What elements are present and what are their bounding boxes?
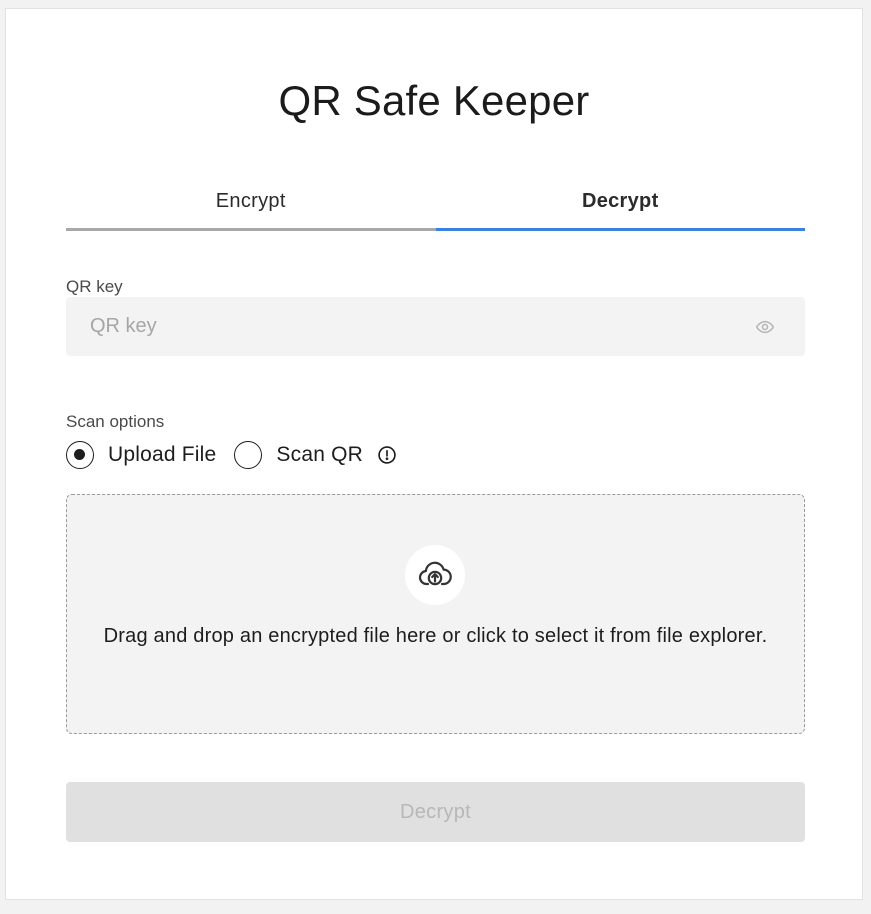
dropzone-instructions: Drag and drop an encrypted file here or … <box>103 625 768 647</box>
page-title: QR Safe Keeper <box>278 77 590 124</box>
eye-icon[interactable] <box>755 317 775 337</box>
file-dropzone[interactable]: Drag and drop an encrypted file here or … <box>66 494 805 734</box>
qr-key-label: QR key <box>66 277 123 296</box>
decrypt-button[interactable]: Decrypt <box>66 782 805 842</box>
qr-key-input[interactable] <box>66 297 805 356</box>
tab-encrypt[interactable]: Encrypt <box>66 185 436 231</box>
main-card: QR Safe Keeper Encrypt Decrypt QR key Sc… <box>5 8 863 900</box>
upload-icon-badge <box>405 545 465 605</box>
mode-tabs: Encrypt Decrypt <box>66 185 805 231</box>
qr-key-field-wrapper <box>66 297 805 356</box>
radio-upload-file[interactable]: Upload File <box>66 441 216 469</box>
radio-scan-qr-label[interactable]: Scan QR <box>276 443 363 467</box>
radio-upload-file-circle[interactable] <box>66 441 94 469</box>
scan-options-label: Scan options <box>66 412 165 431</box>
tab-decrypt[interactable]: Decrypt <box>435 185 805 231</box>
cloud-upload-icon <box>418 561 452 586</box>
radio-scan-qr-circle[interactable] <box>234 441 263 469</box>
info-icon[interactable] <box>377 445 397 465</box>
radio-scan-qr[interactable]: Scan QR <box>234 441 363 469</box>
radio-upload-file-label[interactable]: Upload File <box>108 443 216 467</box>
scan-options-group: Upload File Scan QR <box>66 439 397 471</box>
